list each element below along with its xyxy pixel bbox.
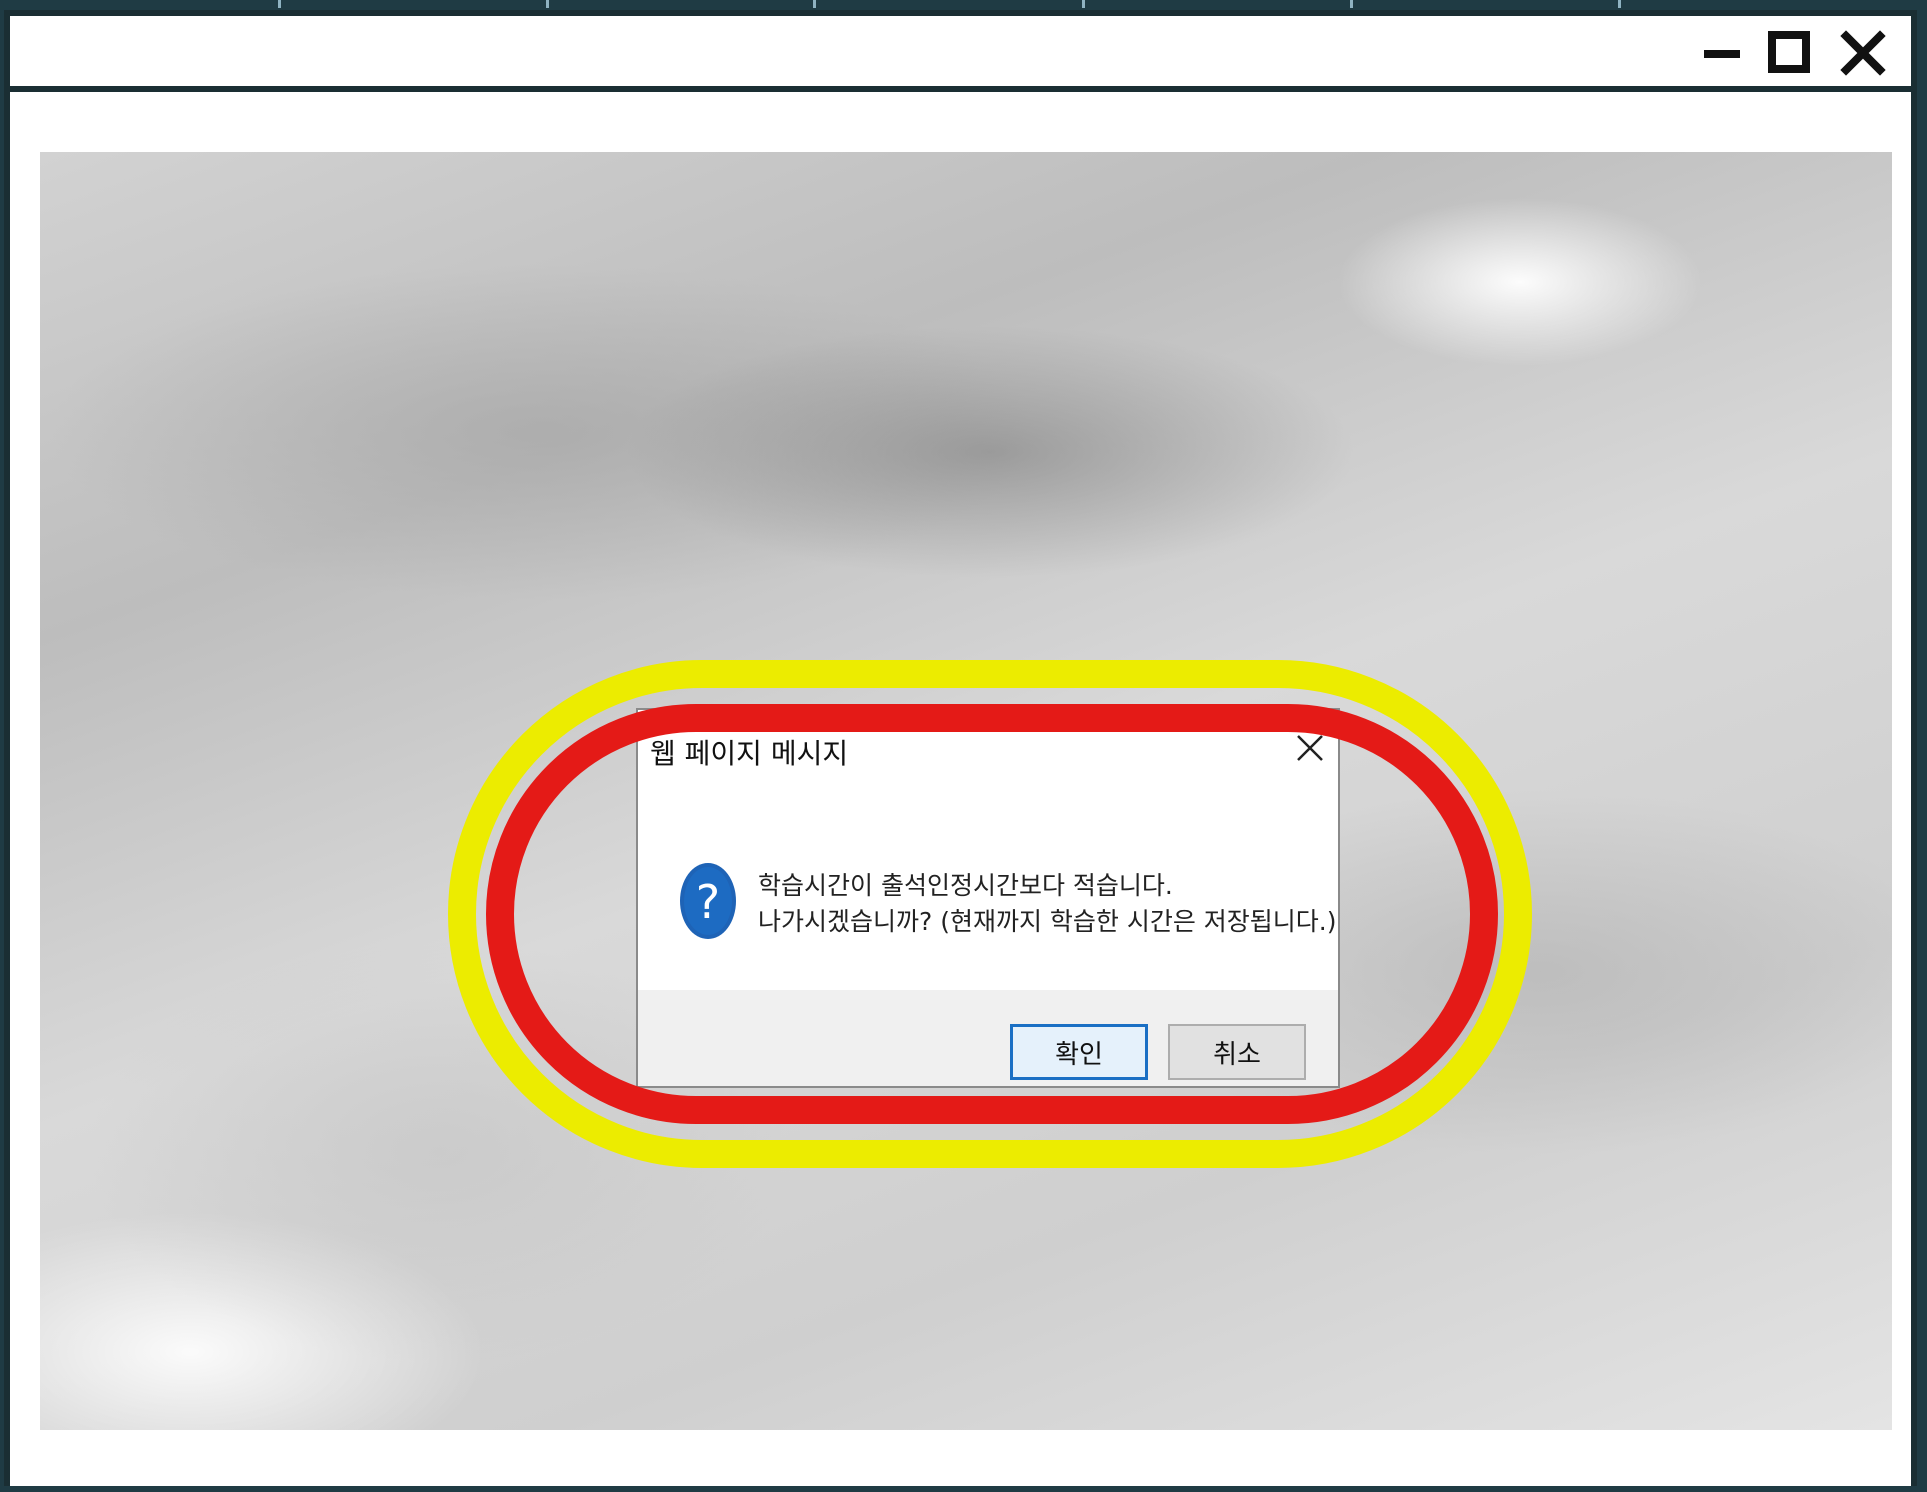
browser-window: 웹 페이지 메시지 ? 학습시간이 출석인정시간보다 적습니다. 나가시겠습니까… [4,10,1917,1486]
page-background-image: 웹 페이지 메시지 ? 학습시간이 출석인정시간보다 적습니다. 나가시겠습니까… [40,152,1892,1430]
highlight-ring-inner [486,704,1498,1124]
maximize-icon [1768,31,1810,73]
window-bottom-area [10,1430,1911,1486]
minimize-button[interactable] [1700,30,1746,76]
maximize-button[interactable] [1767,30,1813,76]
close-button[interactable] [1840,30,1886,76]
top-frame-bar [0,0,1927,10]
window-titlebar [10,16,1911,92]
minimize-icon [1704,50,1740,58]
close-icon [1840,30,1886,76]
